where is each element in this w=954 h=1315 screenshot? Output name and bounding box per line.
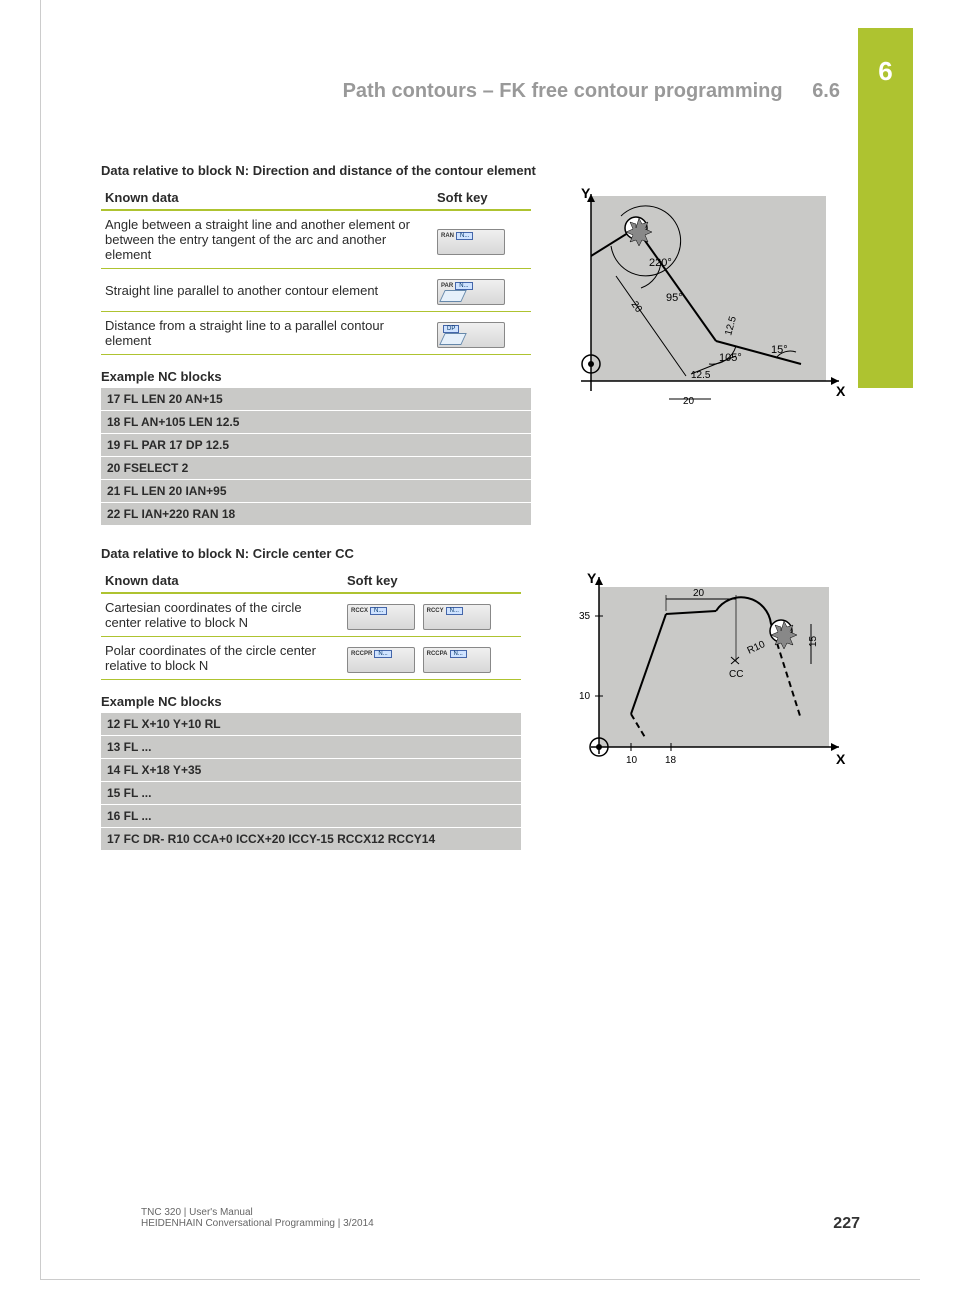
nc-line: 19 FL PAR 17 DP 12.5 bbox=[101, 434, 531, 457]
nc-line: 20 FSELECT 2 bbox=[101, 457, 531, 480]
parallelogram-icon bbox=[439, 333, 467, 345]
cell-desc: Cartesian coordinates of the circle cent… bbox=[101, 593, 343, 637]
svg-text:220°: 220° bbox=[649, 257, 672, 269]
cell-desc: Polar coordinates of the circle center r… bbox=[101, 637, 343, 680]
softkey-rccx[interactable]: RCCXN... bbox=[347, 604, 415, 630]
th-softkey: Soft key bbox=[433, 186, 531, 210]
svg-text:18: 18 bbox=[665, 755, 677, 766]
softkey-rccpr[interactable]: RCCPRN... bbox=[347, 647, 415, 673]
nc-line: 18 FL AN+105 LEN 12.5 bbox=[101, 411, 531, 434]
parallelogram-icon bbox=[439, 290, 467, 302]
cell-desc: Distance from a straight line to a paral… bbox=[101, 312, 433, 355]
section1-example-heading: Example NC blocks bbox=[101, 369, 531, 384]
diagram-1: Y X bbox=[561, 186, 841, 406]
th-known: Known data bbox=[101, 186, 433, 210]
table-row: Distance from a straight line to a paral… bbox=[101, 312, 531, 355]
nc-line: 16 FL ... bbox=[101, 805, 521, 828]
svg-text:20: 20 bbox=[683, 396, 695, 407]
nc-line: 17 FL LEN 20 AN+15 bbox=[101, 388, 531, 411]
svg-text:15: 15 bbox=[808, 635, 819, 647]
svg-text:10: 10 bbox=[579, 691, 591, 702]
page-title: Path contours – FK free contour programm… bbox=[101, 80, 890, 103]
nc-line: 14 FL X+18 Y+35 bbox=[101, 759, 521, 782]
section2-heading: Data relative to block N: Circle center … bbox=[101, 546, 890, 561]
svg-text:12.5: 12.5 bbox=[691, 370, 711, 381]
svg-text:CC: CC bbox=[729, 669, 743, 680]
svg-text:Y: Y bbox=[587, 570, 597, 586]
svg-text:15°: 15° bbox=[771, 344, 788, 356]
section-number: 6.6 bbox=[812, 80, 840, 102]
svg-text:10: 10 bbox=[626, 755, 638, 766]
section1-nc-blocks: 17 FL LEN 20 AN+15 18 FL AN+105 LEN 12.5… bbox=[101, 388, 531, 526]
chapter-tab: 6 bbox=[858, 28, 913, 388]
section2-example-heading: Example NC blocks bbox=[101, 694, 531, 709]
footer-line1: TNC 320 | User's Manual bbox=[141, 1207, 374, 1218]
svg-text:X: X bbox=[836, 383, 846, 399]
nc-line: 17 FC DR- R10 CCA+0 ICCX+20 ICCY-15 RCCX… bbox=[101, 828, 521, 851]
section1-table: Known data Soft key Angle between a stra… bbox=[101, 186, 531, 355]
table-row: Cartesian coordinates of the circle cent… bbox=[101, 593, 521, 637]
cell-desc: Angle between a straight line and anothe… bbox=[101, 210, 433, 269]
cell-desc: Straight line parallel to another contou… bbox=[101, 269, 433, 312]
softkey-ran[interactable]: RANN... bbox=[437, 229, 505, 255]
diagram-2: Y X CC R10 bbox=[561, 569, 841, 789]
th-known: Known data bbox=[101, 569, 343, 593]
section2-table: Known data Soft key Cartesian coordinate… bbox=[101, 569, 521, 680]
nc-line: 22 FL IAN+220 RAN 18 bbox=[101, 503, 531, 526]
nc-line: 12 FL X+10 Y+10 RL bbox=[101, 713, 521, 736]
nc-line: 15 FL ... bbox=[101, 782, 521, 805]
section1-heading: Data relative to block N: Direction and … bbox=[101, 163, 890, 178]
footer: TNC 320 | User's Manual HEIDENHAIN Conve… bbox=[141, 1207, 374, 1229]
table-row: Polar coordinates of the circle center r… bbox=[101, 637, 521, 680]
svg-text:105°: 105° bbox=[719, 352, 742, 364]
footer-line2: HEIDENHAIN Conversational Programming | … bbox=[141, 1218, 374, 1229]
softkey-rccy[interactable]: RCCYN... bbox=[423, 604, 491, 630]
page: 6 Path contours – FK free contour progra… bbox=[40, 0, 920, 1280]
section2-nc-blocks: 12 FL X+10 Y+10 RL 13 FL ... 14 FL X+18 … bbox=[101, 713, 521, 851]
softkey-par[interactable]: PARN... bbox=[437, 279, 505, 305]
svg-text:95°: 95° bbox=[666, 292, 683, 304]
svg-text:20: 20 bbox=[693, 588, 705, 599]
softkey-dp[interactable]: DP bbox=[437, 322, 505, 348]
title-text: Path contours – FK free contour programm… bbox=[343, 80, 783, 102]
nc-line: 21 FL LEN 20 IAN+95 bbox=[101, 480, 531, 503]
table-row: Angle between a straight line and anothe… bbox=[101, 210, 531, 269]
th-softkey: Soft key bbox=[343, 569, 521, 593]
svg-text:Y: Y bbox=[581, 186, 591, 201]
svg-text:35: 35 bbox=[579, 611, 591, 622]
softkey-rccpa[interactable]: RCCPAN... bbox=[423, 647, 491, 673]
page-number: 227 bbox=[833, 1215, 860, 1233]
table-row: Straight line parallel to another contou… bbox=[101, 269, 531, 312]
svg-text:X: X bbox=[836, 751, 846, 767]
nc-line: 13 FL ... bbox=[101, 736, 521, 759]
